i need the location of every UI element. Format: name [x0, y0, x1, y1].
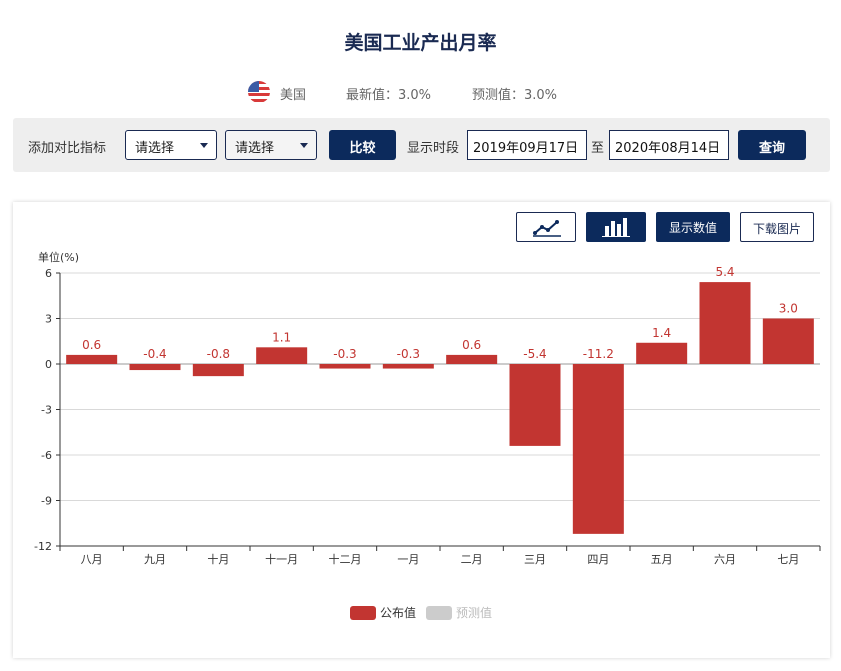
bar: [699, 282, 751, 364]
data-label: -0.4: [143, 347, 166, 361]
bar: [509, 364, 561, 446]
x-tick-label: 八月: [81, 553, 103, 566]
y-tick-label: 3: [45, 313, 52, 326]
bar: [256, 347, 308, 364]
y-tick-label: -6: [41, 449, 52, 462]
y-tick-label: 0: [45, 358, 52, 371]
y-tick-label: -9: [41, 495, 52, 508]
bar: [319, 364, 371, 369]
legend-label-forecast: 预测值: [456, 605, 492, 620]
x-tick-label: 四月: [587, 553, 609, 566]
data-label: -5.4: [523, 347, 546, 361]
x-tick-label: 三月: [524, 553, 546, 566]
data-label: -0.3: [397, 347, 420, 361]
x-tick-label: 五月: [651, 553, 673, 566]
bar: [446, 354, 498, 364]
x-tick-label: 九月: [144, 553, 166, 566]
bar: [382, 364, 434, 369]
bar: [66, 354, 118, 364]
x-tick-label: 一月: [397, 553, 419, 566]
x-tick-label: 七月: [777, 553, 799, 566]
bar: [762, 318, 814, 364]
data-label: -0.3: [333, 347, 356, 361]
data-label: 1.1: [272, 330, 291, 344]
bar-chart: 单位(%) 6 3 0 -3 -6 -9 -12 0.6 八月 -0.4 九月 -0.8 十月 1.1 十一月…: [34, 250, 821, 620]
legend-swatch-forecast: [426, 606, 452, 620]
bar: [129, 364, 181, 371]
x-tick-label: 十一月: [265, 552, 298, 566]
legend-swatch-published: [350, 606, 376, 620]
x-tick-label: 二月: [461, 553, 483, 566]
bar: [192, 364, 244, 377]
y-tick-label: -3: [41, 404, 52, 417]
y-tick-label: 6: [45, 267, 52, 280]
y-axis-unit-label: 单位(%): [38, 250, 79, 264]
data-label: 5.4: [715, 265, 734, 279]
x-tick-label: 十月: [207, 552, 229, 566]
bar: [636, 342, 688, 364]
data-label: 3.0: [779, 302, 798, 316]
x-tick-label: 六月: [714, 553, 736, 566]
y-tick-label: -12: [34, 540, 52, 553]
bar: [572, 364, 624, 534]
data-label: -0.8: [207, 347, 230, 361]
x-tick-label: 十二月: [329, 552, 362, 566]
legend-label-published: 公布值: [380, 605, 416, 620]
data-label: 0.6: [82, 338, 101, 352]
data-label: 1.4: [652, 326, 671, 340]
data-label: 0.6: [462, 338, 481, 352]
data-label: -11.2: [583, 347, 614, 361]
